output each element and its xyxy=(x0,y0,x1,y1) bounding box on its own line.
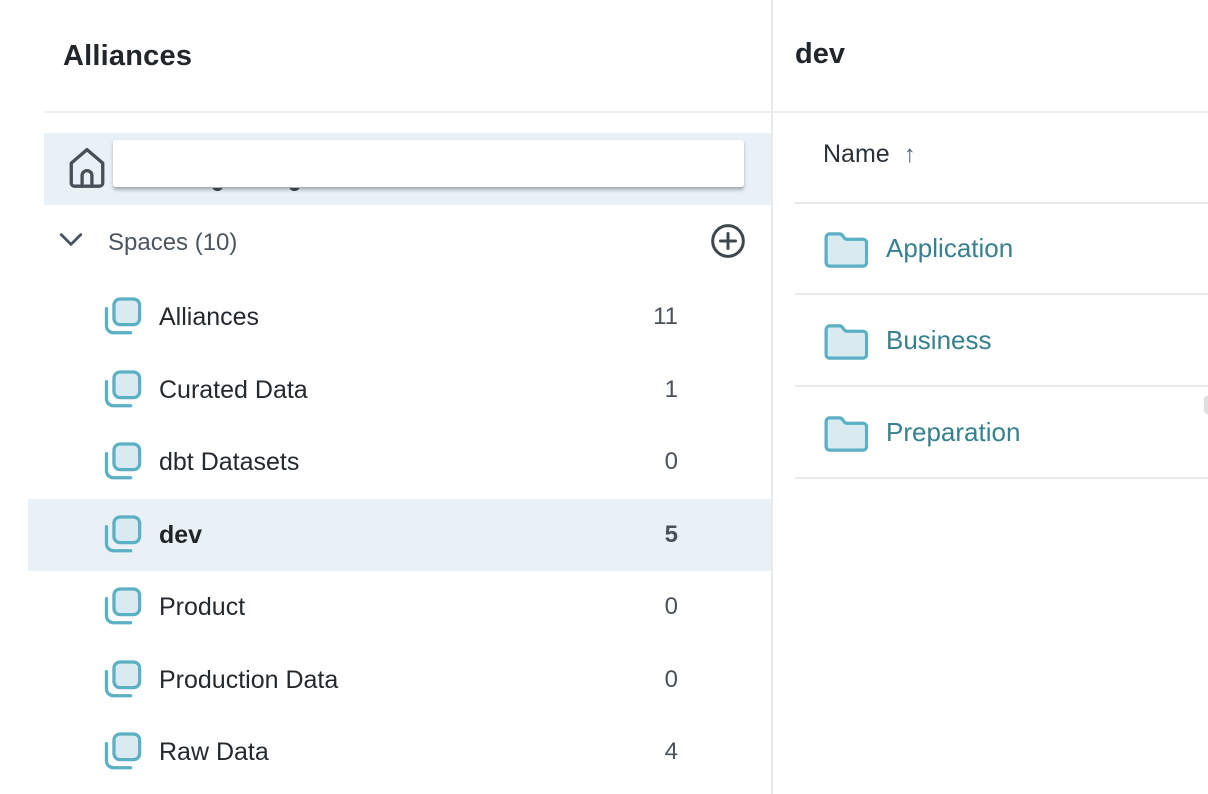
space-name: Alliances xyxy=(159,281,259,353)
space-count: 1 xyxy=(598,354,678,426)
space-icon xyxy=(99,294,145,340)
space-name: Curated Data xyxy=(159,354,308,426)
space-icon xyxy=(99,657,145,703)
home-icon xyxy=(66,142,108,194)
sidebar-title: Alliances xyxy=(63,40,192,73)
spaces-section-header: Spaces (10) xyxy=(44,221,771,263)
sidebar-item-dev[interactable]: dev 5 xyxy=(28,499,771,571)
sidebar-item-raw-data[interactable]: Raw Data 4 xyxy=(28,716,771,788)
space-icon xyxy=(99,439,145,485)
space-name: Raw Data xyxy=(159,716,269,788)
space-name: Production Data xyxy=(159,644,338,716)
folder-icon xyxy=(822,412,868,454)
scrollbar-thumb[interactable] xyxy=(1204,396,1208,414)
sort-ascending-icon: ↑ xyxy=(904,141,916,168)
panel-divider xyxy=(771,0,773,794)
spaces-section-label[interactable]: Spaces (10) xyxy=(108,229,237,257)
space-name: dbt Datasets xyxy=(159,426,299,498)
space-count: 4 xyxy=(598,716,678,788)
sidebar-item-curated-data[interactable]: Curated Data 1 xyxy=(28,354,771,426)
space-count: 0 xyxy=(598,644,678,716)
space-count: 0 xyxy=(598,426,678,498)
space-count: 11 xyxy=(598,281,678,353)
space-icon xyxy=(99,367,145,413)
sidebar-item-production-data[interactable]: Production Data 0 xyxy=(28,644,771,716)
space-count: 5 xyxy=(598,499,678,571)
table-row-application[interactable]: Application xyxy=(795,203,1208,295)
space-name: Product xyxy=(159,571,245,643)
table-row-business[interactable]: Business xyxy=(795,295,1208,387)
table-row-preparation[interactable]: Preparation xyxy=(795,387,1208,479)
folder-link[interactable]: Business xyxy=(886,295,992,385)
sidebar-item-alliances[interactable]: Alliances 11 xyxy=(28,281,771,353)
redacted-text-mask xyxy=(113,140,744,188)
space-name: dev xyxy=(159,499,202,571)
add-space-button[interactable] xyxy=(708,221,748,261)
space-count: 0 xyxy=(598,571,678,643)
folder-link[interactable]: Application xyxy=(886,203,1013,293)
sidebar-item-product[interactable]: Product 0 xyxy=(28,571,771,643)
folder-icon xyxy=(822,320,868,362)
space-icon xyxy=(99,512,145,558)
folder-icon xyxy=(822,228,868,270)
folder-link[interactable]: Preparation xyxy=(886,387,1020,477)
plus-circle-icon xyxy=(708,221,748,261)
column-header-name[interactable]: Name ↑ xyxy=(823,140,916,169)
header-divider xyxy=(44,111,1208,113)
catalog-screen: Alliances Spaces (10) Alliances xyxy=(0,0,1208,794)
space-icon xyxy=(99,729,145,775)
chevron-down-icon[interactable] xyxy=(58,231,84,249)
page-title: dev xyxy=(795,38,845,71)
column-header-label: Name xyxy=(823,140,890,168)
space-icon xyxy=(99,584,145,630)
home-breadcrumb-row[interactable] xyxy=(44,133,771,205)
sidebar-item-dbt-datasets[interactable]: dbt Datasets 0 xyxy=(28,426,771,498)
